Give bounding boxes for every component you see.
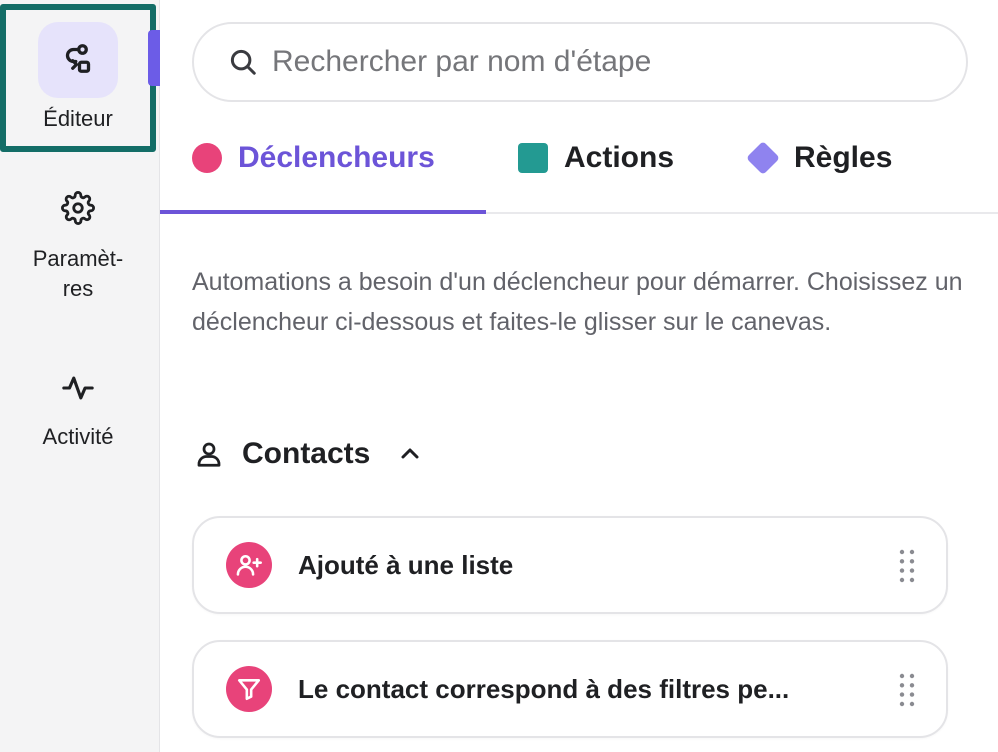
activity-icon: [62, 376, 94, 400]
filter-icon: [226, 666, 272, 712]
trigger-label: Le contact correspond à des filtres pe..…: [298, 673, 790, 704]
tab-rules[interactable]: Règles: [746, 138, 893, 178]
chevron-up-icon: [398, 442, 422, 466]
sidebar-item-settings[interactable]: Paramèt- res: [0, 186, 156, 304]
gear-icon: [61, 191, 95, 225]
trigger-description: Automations a besoin d'un déclencheur po…: [192, 268, 963, 336]
square-icon: [518, 143, 548, 173]
search-input[interactable]: [272, 45, 932, 79]
person-icon: [197, 442, 221, 467]
panel-resize-handle[interactable]: [148, 30, 160, 86]
step-type-tabs: Déclencheurs Actions Règles: [160, 118, 998, 214]
trigger-card-added-to-list[interactable]: Ajouté à une liste: [192, 516, 948, 614]
editor-icon-container: [38, 22, 118, 98]
section-contacts-toggle[interactable]: Contacts: [194, 434, 422, 474]
tab-label: Déclencheurs: [238, 141, 435, 174]
sidebar-item-label: Paramèt- res: [32, 246, 124, 301]
diamond-icon: [746, 141, 780, 175]
sidebar-item-label: Éditeur: [43, 106, 113, 131]
circle-icon: [192, 143, 222, 173]
section-title: Contacts: [242, 437, 371, 470]
tab-label: Règles: [794, 141, 893, 174]
tab-triggers[interactable]: Déclencheurs: [192, 138, 435, 178]
sidebar-item-activity[interactable]: Activité: [0, 366, 156, 452]
tab-label: Actions: [564, 141, 675, 174]
search-bar[interactable]: [192, 22, 968, 102]
sidebar-item-label: Activité: [42, 424, 114, 449]
active-tab-indicator: [160, 210, 486, 214]
sidebar: Éditeur Paramèt- res Activité: [0, 0, 160, 752]
trigger-card-contact-matches-filters[interactable]: Le contact correspond à des filtres pe..…: [192, 640, 948, 738]
search-icon: [230, 49, 256, 75]
sidebar-item-editor[interactable]: Éditeur: [0, 4, 156, 152]
trigger-label: Ajouté à une liste: [298, 549, 514, 580]
tab-actions[interactable]: Actions: [518, 138, 674, 178]
drag-handle-icon[interactable]: [898, 673, 916, 707]
drag-handle-icon[interactable]: [898, 549, 916, 583]
workflow-icon: [65, 44, 91, 73]
user-plus-icon: [226, 542, 272, 588]
